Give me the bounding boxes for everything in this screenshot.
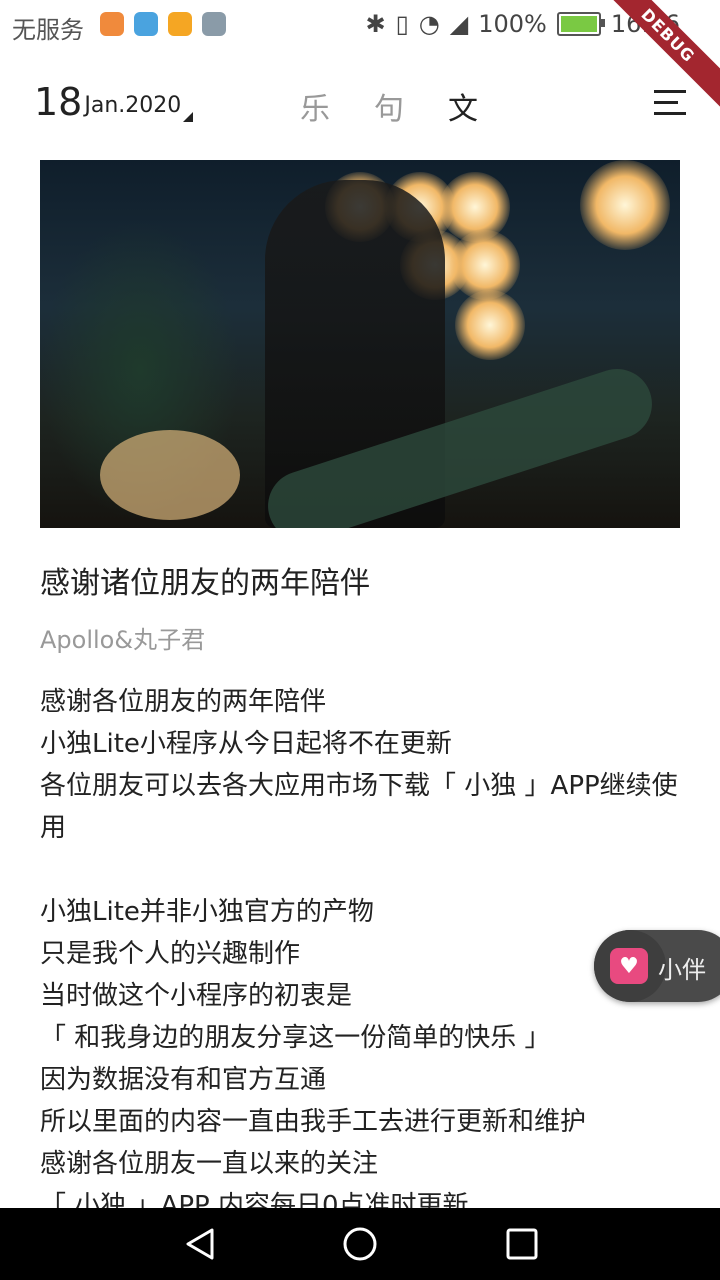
date-day: 18: [34, 80, 83, 124]
app-notification-icon: [100, 12, 124, 36]
app-header: 18 Jan.2020 乐 句 文: [0, 50, 720, 160]
body-line: 感谢各位朋友的两年陪伴: [40, 687, 327, 717]
gallery-notification-icon: [202, 12, 226, 36]
body-line: 各位朋友可以去各大应用市场下载「 小独 」APP继续使用: [40, 771, 678, 843]
companion-float-button[interactable]: ♥ 小伴: [594, 930, 720, 1002]
bluetooth-icon: ✱: [365, 10, 386, 38]
tab-sentence[interactable]: 句: [374, 84, 404, 128]
caret-down-icon: [183, 112, 194, 122]
heart-icon: ♥: [610, 948, 648, 984]
body-line: 感谢各位朋友一直以来的关注: [40, 1149, 379, 1179]
usb-notification-icon: [134, 12, 158, 36]
vibrate-icon: ▯: [395, 10, 409, 38]
recent-square-icon[interactable]: [504, 1226, 540, 1262]
system-nav-bar: [0, 1208, 720, 1280]
body-line: 小独Lite并非小独官方的产物: [40, 897, 374, 927]
companion-icon-circle: ♥: [594, 930, 666, 1002]
body-line: 所以里面的内容一直由我手工去进行更新和维护: [40, 1107, 587, 1137]
back-triangle-icon[interactable]: [182, 1226, 218, 1262]
article-content: 感谢诸位朋友的两年陪伴 Apollo&丸子君 感谢各位朋友的两年陪伴 小独Lit…: [40, 160, 680, 1227]
home-circle-icon[interactable]: [342, 1226, 378, 1262]
tab-music[interactable]: 乐: [300, 84, 330, 128]
article-body: 感谢各位朋友的两年陪伴 小独Lite小程序从今日起将不在更新 各位朋友可以去各大…: [40, 681, 680, 1227]
body-line: 只是我个人的兴趣制作: [40, 939, 301, 969]
companion-label: 小伴: [658, 956, 706, 984]
body-blank-line: [40, 849, 680, 891]
date-selector[interactable]: 18 Jan.2020: [34, 80, 194, 124]
wifi-icon: ◔: [418, 10, 440, 38]
uc-notification-icon: [168, 12, 192, 36]
notification-icons: [100, 12, 226, 36]
article-author: Apollo&丸子君: [40, 626, 206, 654]
article-cover-image: [40, 160, 680, 528]
article-title: 感谢诸位朋友的两年陪伴: [40, 566, 370, 601]
menu-icon[interactable]: [654, 90, 686, 123]
body-line: 当时做这个小程序的初衷是: [40, 981, 353, 1011]
status-bar: 无服务 ✱ ▯ ◔ ◢ 100% 16:26 DEBUG: [0, 0, 720, 116]
tab-article[interactable]: 文: [448, 84, 478, 128]
category-tabs: 乐 句 文: [300, 84, 478, 128]
carrier-text: 无服务: [12, 16, 84, 44]
battery-percent: 100%: [478, 10, 547, 38]
body-line: 「 和我身边的朋友分享这一份简单的快乐 」: [40, 1023, 551, 1053]
battery-icon: [556, 12, 605, 36]
body-line: 小独Lite小程序从今日起将不在更新: [40, 729, 452, 759]
date-month: Jan.2020: [84, 93, 182, 118]
signal-icon: ◢: [449, 10, 469, 38]
body-line: 因为数据没有和官方互通: [40, 1065, 327, 1095]
